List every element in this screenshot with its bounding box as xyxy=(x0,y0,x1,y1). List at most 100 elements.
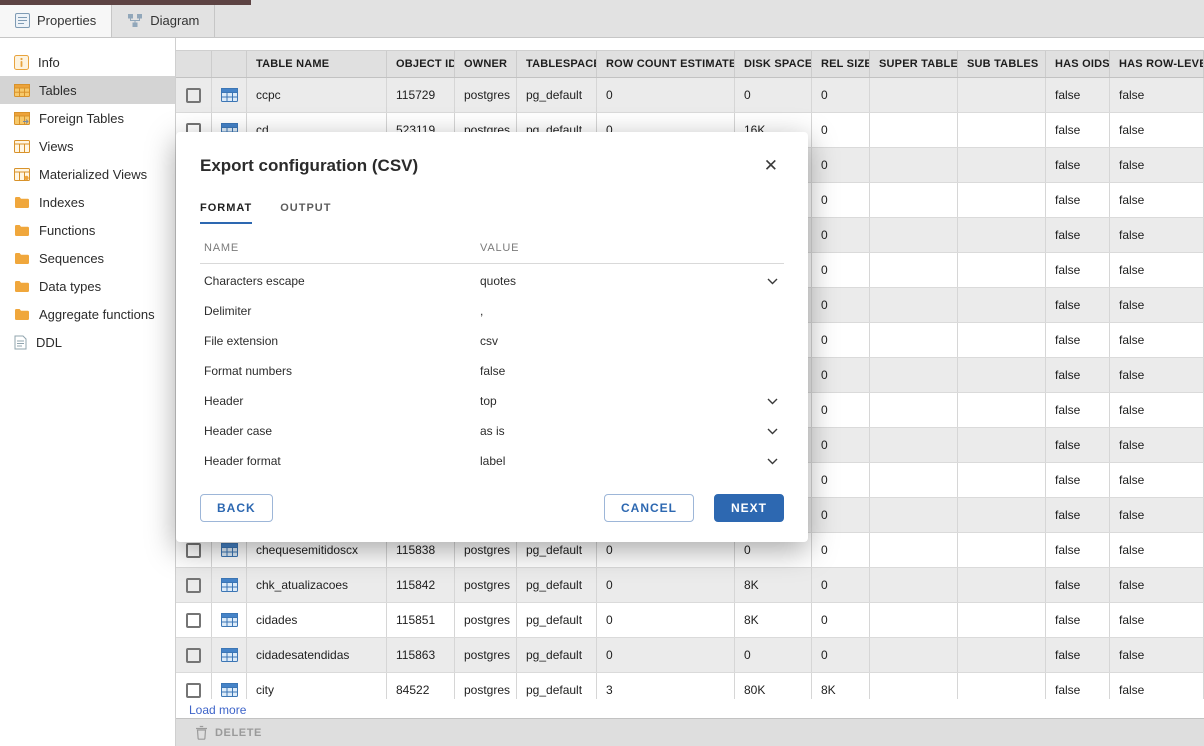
cell-rel-size: 0 xyxy=(812,218,870,252)
table-row[interactable]: city 84522 postgres pg_default 3 80K 8K … xyxy=(176,673,1204,699)
cell-has-row-level: false xyxy=(1110,358,1204,392)
cell-has-oids: false xyxy=(1046,323,1110,357)
cell-object-id: 115842 xyxy=(387,568,455,602)
cell-has-row-level: false xyxy=(1110,568,1204,602)
params-value-header: VALUE xyxy=(480,242,780,254)
cell-tablespace: pg_default xyxy=(517,673,597,699)
param-row: Format numbers false xyxy=(200,356,784,386)
param-name: Format numbers xyxy=(204,364,480,378)
tab-properties[interactable]: Properties xyxy=(0,4,112,37)
column-header-owner[interactable]: OWNER xyxy=(455,51,517,77)
column-header-rel-size[interactable]: REL SIZE xyxy=(812,51,870,77)
tab-diagram[interactable]: Diagram xyxy=(112,4,215,37)
row-checkbox[interactable] xyxy=(186,88,201,103)
param-value-field[interactable]: top xyxy=(480,394,780,408)
sidebar-item-views[interactable]: Views xyxy=(0,132,175,160)
next-button[interactable]: NEXT xyxy=(714,494,784,522)
cell-has-row-level: false xyxy=(1110,603,1204,637)
column-header-tablespace[interactable]: TABLESPACE xyxy=(517,51,597,77)
column-header-has-oids[interactable]: HAS OIDS xyxy=(1046,51,1110,77)
param-name: Header case xyxy=(204,424,480,438)
cell-super-tables xyxy=(870,288,958,322)
foreign-tables-icon xyxy=(14,112,30,125)
sidebar-item-data-types[interactable]: Data types xyxy=(0,272,175,300)
row-checkbox[interactable] xyxy=(186,683,201,698)
cell-object-id: 115851 xyxy=(387,603,455,637)
table-icon xyxy=(221,578,238,592)
sidebar-item-sequences[interactable]: Sequences xyxy=(0,244,175,272)
cell-has-oids: false xyxy=(1046,113,1110,147)
cell-has-oids: false xyxy=(1046,288,1110,322)
column-header-sub-tables[interactable]: SUB TABLES xyxy=(958,51,1046,77)
table-row[interactable]: cidadesatendidas 115863 postgres pg_defa… xyxy=(176,638,1204,673)
table-icon xyxy=(221,613,238,627)
cell-sub-tables xyxy=(958,393,1046,427)
row-checkbox[interactable] xyxy=(186,543,201,558)
cell-rel-size: 0 xyxy=(812,323,870,357)
sidebar-item-label: DDL xyxy=(36,335,62,350)
param-value-field[interactable]: false xyxy=(480,364,780,378)
cell-sub-tables xyxy=(958,673,1046,699)
sidebar-item-materialized-views[interactable]: Materialized Views xyxy=(0,160,175,188)
cancel-button[interactable]: CANCEL xyxy=(604,494,694,522)
sidebar-item-tables[interactable]: Tables xyxy=(0,76,175,104)
column-header-disk-space[interactable]: DISK SPACE xyxy=(735,51,812,77)
ddl-icon xyxy=(14,335,27,350)
column-header-row-count-estimate[interactable]: ROW COUNT ESTIMATE xyxy=(597,51,735,77)
sidebar-item-aggregate-functions[interactable]: Aggregate functions xyxy=(0,300,175,328)
cell-rel-size: 0 xyxy=(812,638,870,672)
cell-super-tables xyxy=(870,393,958,427)
close-icon[interactable]: ✕ xyxy=(758,154,784,178)
back-button[interactable]: BACK xyxy=(200,494,273,522)
param-value: as is xyxy=(480,424,505,438)
param-value-field[interactable]: csv xyxy=(480,334,780,348)
sidebar-item-foreign-tables[interactable]: Foreign Tables xyxy=(0,104,175,132)
column-header-super-tables[interactable]: SUPER TABLES xyxy=(870,51,958,77)
diagram-icon xyxy=(127,13,143,28)
sidebar-item-functions[interactable]: Functions xyxy=(0,216,175,244)
chevron-down-icon xyxy=(767,428,778,435)
column-header-table-name[interactable]: TABLE NAME xyxy=(247,51,387,77)
cell-rel-size: 0 xyxy=(812,183,870,217)
cell-object-id: 84522 xyxy=(387,673,455,699)
param-name: File extension xyxy=(204,334,480,348)
param-name: Header format xyxy=(204,454,480,466)
materialized-views-icon xyxy=(14,168,30,181)
tab-label: Diagram xyxy=(150,13,199,28)
column-header-object-id[interactable]: OBJECT ID xyxy=(387,51,455,77)
cell-sub-tables xyxy=(958,533,1046,567)
sidebar-item-info[interactable]: Info xyxy=(0,48,175,76)
properties-icon xyxy=(15,13,30,28)
delete-button[interactable]: DELETE xyxy=(188,724,268,742)
param-value-field[interactable]: label xyxy=(480,454,780,466)
select-all-column-header xyxy=(176,51,212,77)
table-row[interactable]: cidades 115851 postgres pg_default 0 8K … xyxy=(176,603,1204,638)
cell-has-oids: false xyxy=(1046,638,1110,672)
cell-row-count-estimate: 0 xyxy=(597,568,735,602)
param-value-field[interactable]: quotes xyxy=(480,274,780,288)
param-value: top xyxy=(480,394,497,408)
param-row: Delimiter , xyxy=(200,296,784,326)
tables-icon xyxy=(14,84,30,97)
row-checkbox[interactable] xyxy=(186,578,201,593)
tab-label: Properties xyxy=(37,13,96,28)
load-more-link[interactable]: Load more xyxy=(176,699,256,717)
column-header-has-row-level[interactable]: HAS ROW-LEVEL xyxy=(1110,51,1204,77)
dialog-tab-output[interactable]: OUTPUT xyxy=(280,202,331,224)
cell-super-tables xyxy=(870,78,958,112)
param-row: Header top xyxy=(200,386,784,416)
cell-owner: postgres xyxy=(455,603,517,637)
cell-has-row-level: false xyxy=(1110,113,1204,147)
sidebar-item-ddl[interactable]: DDL xyxy=(0,328,175,356)
row-checkbox[interactable] xyxy=(186,648,201,663)
table-row[interactable]: ccpc 115729 postgres pg_default 0 0 0 fa… xyxy=(176,78,1204,113)
params-viewport: Characters escape quotes Delimiter , Fil… xyxy=(200,266,784,466)
cell-tablespace: pg_default xyxy=(517,603,597,637)
param-value-field[interactable]: as is xyxy=(480,424,780,438)
dialog-tab-format[interactable]: FORMAT xyxy=(200,202,252,224)
param-value-field[interactable]: , xyxy=(480,304,780,318)
table-row[interactable]: chk_atualizacoes 115842 postgres pg_defa… xyxy=(176,568,1204,603)
row-checkbox[interactable] xyxy=(186,613,201,628)
param-row: File extension csv xyxy=(200,326,784,356)
sidebar-item-indexes[interactable]: Indexes xyxy=(0,188,175,216)
